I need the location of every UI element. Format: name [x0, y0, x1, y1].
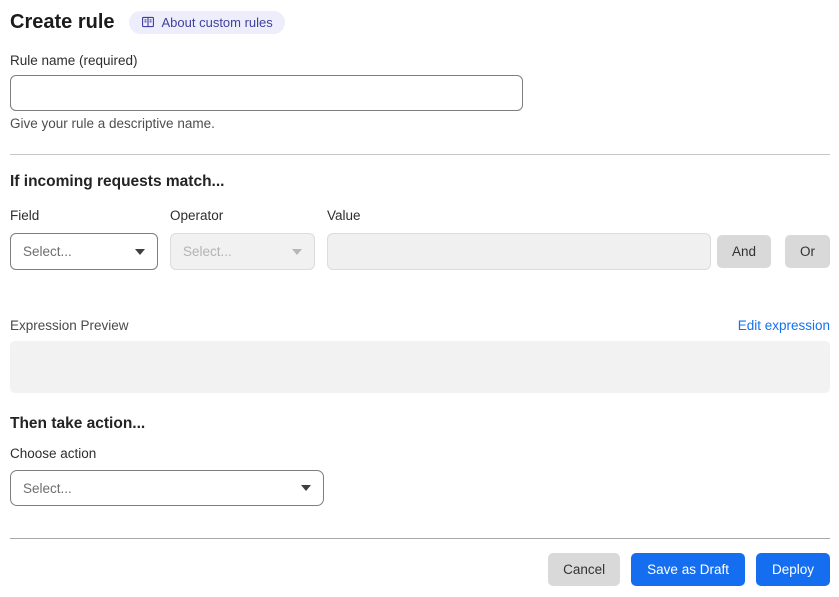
footer-buttons: Cancel Save as Draft Deploy [10, 553, 830, 586]
action-section-heading: Then take action... [10, 415, 146, 432]
value-group: Value [327, 208, 711, 270]
deploy-button[interactable]: Deploy [755, 553, 830, 586]
save-as-draft-button[interactable]: Save as Draft [631, 553, 745, 586]
expression-preview-header: Expression Preview Edit expression [10, 318, 830, 333]
operator-select[interactable]: Select... [170, 233, 315, 270]
section-divider [10, 154, 830, 155]
field-select[interactable]: Select... [10, 233, 158, 270]
caret-down-icon [292, 248, 302, 255]
cancel-button[interactable]: Cancel [548, 553, 621, 586]
expression-preview-label: Expression Preview [10, 318, 129, 333]
expression-preview-box [10, 341, 830, 393]
choose-action-select[interactable]: Select... [10, 470, 324, 506]
operator-label: Operator [170, 208, 224, 223]
page-title: Create rule [10, 11, 115, 33]
about-badge-label: About custom rules [161, 14, 273, 30]
edit-expression-link[interactable]: Edit expression [738, 318, 830, 333]
value-label: Value [327, 208, 361, 223]
operator-group: Operator Select... [170, 208, 315, 270]
choose-action-label: Choose action [10, 446, 97, 461]
rule-name-label: Rule name (required) [10, 53, 138, 68]
value-input[interactable] [327, 233, 711, 270]
and-or-buttons: And Or [716, 235, 830, 268]
condition-row: Field Select... Operator Select... Value [10, 208, 830, 270]
field-group: Field Select... [10, 208, 158, 270]
rule-name-helper: Give your rule a descriptive name. [10, 116, 215, 131]
operator-select-value: Select... [183, 244, 232, 259]
book-icon [141, 15, 155, 29]
page-header: Create rule About custom rules [10, 10, 830, 34]
match-section-heading: If incoming requests match... [10, 173, 225, 190]
choose-action-select-value: Select... [23, 480, 72, 496]
caret-down-icon [301, 485, 311, 491]
and-button[interactable]: And [716, 235, 771, 268]
footer-divider [10, 538, 830, 539]
or-button[interactable]: Or [785, 235, 830, 268]
field-label: Field [10, 208, 40, 223]
caret-down-icon [135, 248, 145, 255]
rule-name-input[interactable] [10, 75, 523, 111]
about-custom-rules-badge[interactable]: About custom rules [128, 10, 285, 34]
create-rule-page: Create rule About custom rules Rule name… [0, 0, 839, 586]
field-select-value: Select... [23, 244, 72, 259]
